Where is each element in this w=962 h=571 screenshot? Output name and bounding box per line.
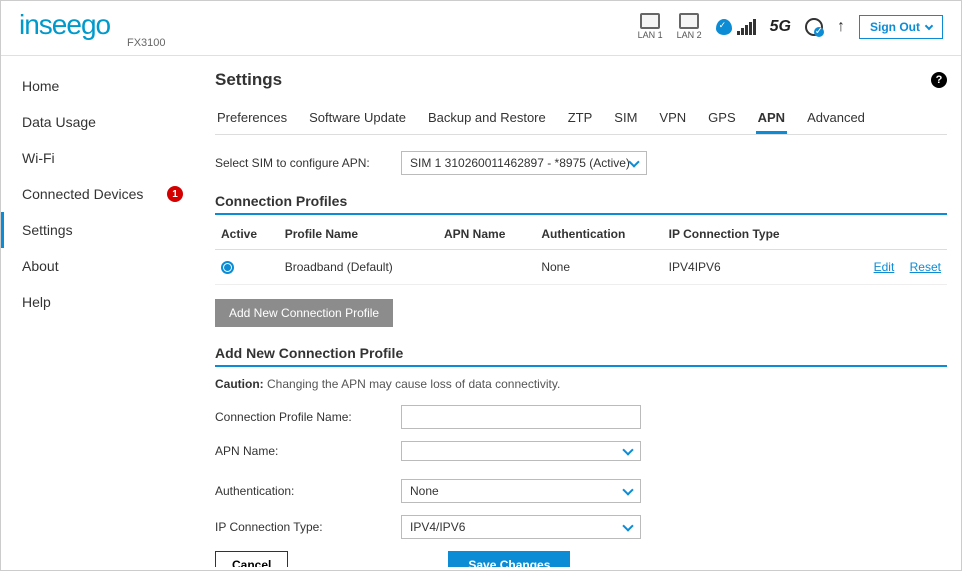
tab-gps[interactable]: GPS	[706, 104, 737, 134]
signal-bars-icon	[737, 19, 756, 35]
sim-select[interactable]: SIM 1 310260011462897 - *8975 (Active)	[401, 151, 647, 175]
sidebar-item-label: Home	[22, 78, 59, 94]
model-label: FX3100	[127, 37, 166, 49]
sidebar-item-help[interactable]: Help	[1, 284, 201, 320]
sidebar-item-data-usage[interactable]: Data Usage	[1, 104, 201, 140]
cell-auth: None	[535, 250, 662, 285]
tab-software-update[interactable]: Software Update	[307, 104, 408, 134]
page-title: Settings	[215, 70, 282, 90]
auth-select[interactable]: None	[401, 479, 641, 503]
cell-apn	[438, 250, 535, 285]
sidebar-item-wifi[interactable]: Wi-Fi	[1, 140, 201, 176]
col-active: Active	[215, 219, 279, 250]
profile-name-label: Connection Profile Name:	[215, 410, 385, 424]
lan2-icon: LAN 2	[677, 13, 702, 40]
col-auth: Authentication	[535, 219, 662, 250]
app-header: inseego FX3100 LAN 1 LAN 2 5G ↑ Sign Out	[1, 1, 961, 56]
sidebar-item-label: Wi-Fi	[22, 150, 55, 166]
profiles-table: Active Profile Name APN Name Authenticat…	[215, 219, 947, 285]
sim-select-label: Select SIM to configure APN:	[215, 156, 385, 170]
tab-advanced[interactable]: Advanced	[805, 104, 867, 134]
edit-link[interactable]: Edit	[874, 260, 895, 274]
main-content: Settings ? Preferences Software Update B…	[201, 56, 961, 567]
lan1-icon: LAN 1	[638, 13, 663, 40]
signal-indicator	[716, 19, 756, 35]
globe-check-icon	[805, 18, 823, 36]
cell-ip: IPV4IPV6	[663, 250, 826, 285]
tab-vpn[interactable]: VPN	[657, 104, 688, 134]
auth-label: Authentication:	[215, 484, 385, 498]
chevron-down-icon	[622, 444, 633, 455]
sidebar-item-label: Settings	[22, 222, 73, 238]
shield-check-icon	[716, 19, 732, 35]
cell-profile-name: Broadband (Default)	[279, 250, 438, 285]
caution-text: Caution: Changing the APN may cause loss…	[215, 377, 947, 391]
sidebar-item-label: Connected Devices	[22, 186, 143, 202]
add-profile-button[interactable]: Add New Connection Profile	[215, 299, 393, 327]
auth-value: None	[410, 484, 439, 498]
up-arrow-icon: ↑	[837, 18, 845, 36]
col-apn-name: APN Name	[438, 219, 535, 250]
sign-out-button[interactable]: Sign Out	[859, 15, 943, 39]
sidebar-item-connected-devices[interactable]: Connected Devices 1	[1, 176, 201, 212]
ip-type-label: IP Connection Type:	[215, 520, 385, 534]
sidebar-item-about[interactable]: About	[1, 248, 201, 284]
connection-profiles-title: Connection Profiles	[215, 193, 947, 215]
chevron-down-icon	[925, 21, 933, 29]
sign-out-label: Sign Out	[870, 20, 920, 34]
active-radio[interactable]	[221, 261, 234, 274]
apn-name-label: APN Name:	[215, 444, 385, 458]
ip-type-select[interactable]: IPV4/IPV6	[401, 515, 641, 539]
col-ip: IP Connection Type	[663, 219, 826, 250]
col-profile-name: Profile Name	[279, 219, 438, 250]
table-row: Broadband (Default) None IPV4IPV6 Edit R…	[215, 250, 947, 285]
tab-preferences[interactable]: Preferences	[215, 104, 289, 134]
network-tech-label: 5G	[770, 18, 791, 36]
sidebar-item-label: About	[22, 258, 59, 274]
sidebar-badge: 1	[167, 186, 183, 202]
tab-sim[interactable]: SIM	[612, 104, 639, 134]
sidebar-item-label: Help	[22, 294, 51, 310]
help-icon[interactable]: ?	[931, 72, 947, 88]
sidebar-item-home[interactable]: Home	[1, 68, 201, 104]
chevron-down-icon	[628, 156, 639, 167]
sidebar: Home Data Usage Wi-Fi Connected Devices …	[1, 56, 201, 567]
sim-select-value: SIM 1 310260011462897 - *8975 (Active)	[410, 156, 630, 170]
tabs: Preferences Software Update Backup and R…	[215, 104, 947, 135]
apn-name-select[interactable]	[401, 441, 641, 461]
tab-backup-restore[interactable]: Backup and Restore	[426, 104, 548, 134]
add-profile-title: Add New Connection Profile	[215, 345, 947, 367]
sidebar-item-label: Data Usage	[22, 114, 96, 130]
cancel-button[interactable]: Cancel	[215, 551, 288, 567]
reset-link[interactable]: Reset	[910, 260, 941, 274]
chevron-down-icon	[622, 484, 633, 495]
tab-apn[interactable]: APN	[756, 104, 787, 134]
profile-name-input[interactable]	[401, 405, 641, 429]
ip-type-value: IPV4/IPV6	[410, 520, 465, 534]
tab-ztp[interactable]: ZTP	[566, 104, 595, 134]
chevron-down-icon	[622, 520, 633, 531]
sidebar-item-settings[interactable]: Settings	[1, 212, 201, 248]
save-button[interactable]: Save Changes	[448, 551, 570, 567]
